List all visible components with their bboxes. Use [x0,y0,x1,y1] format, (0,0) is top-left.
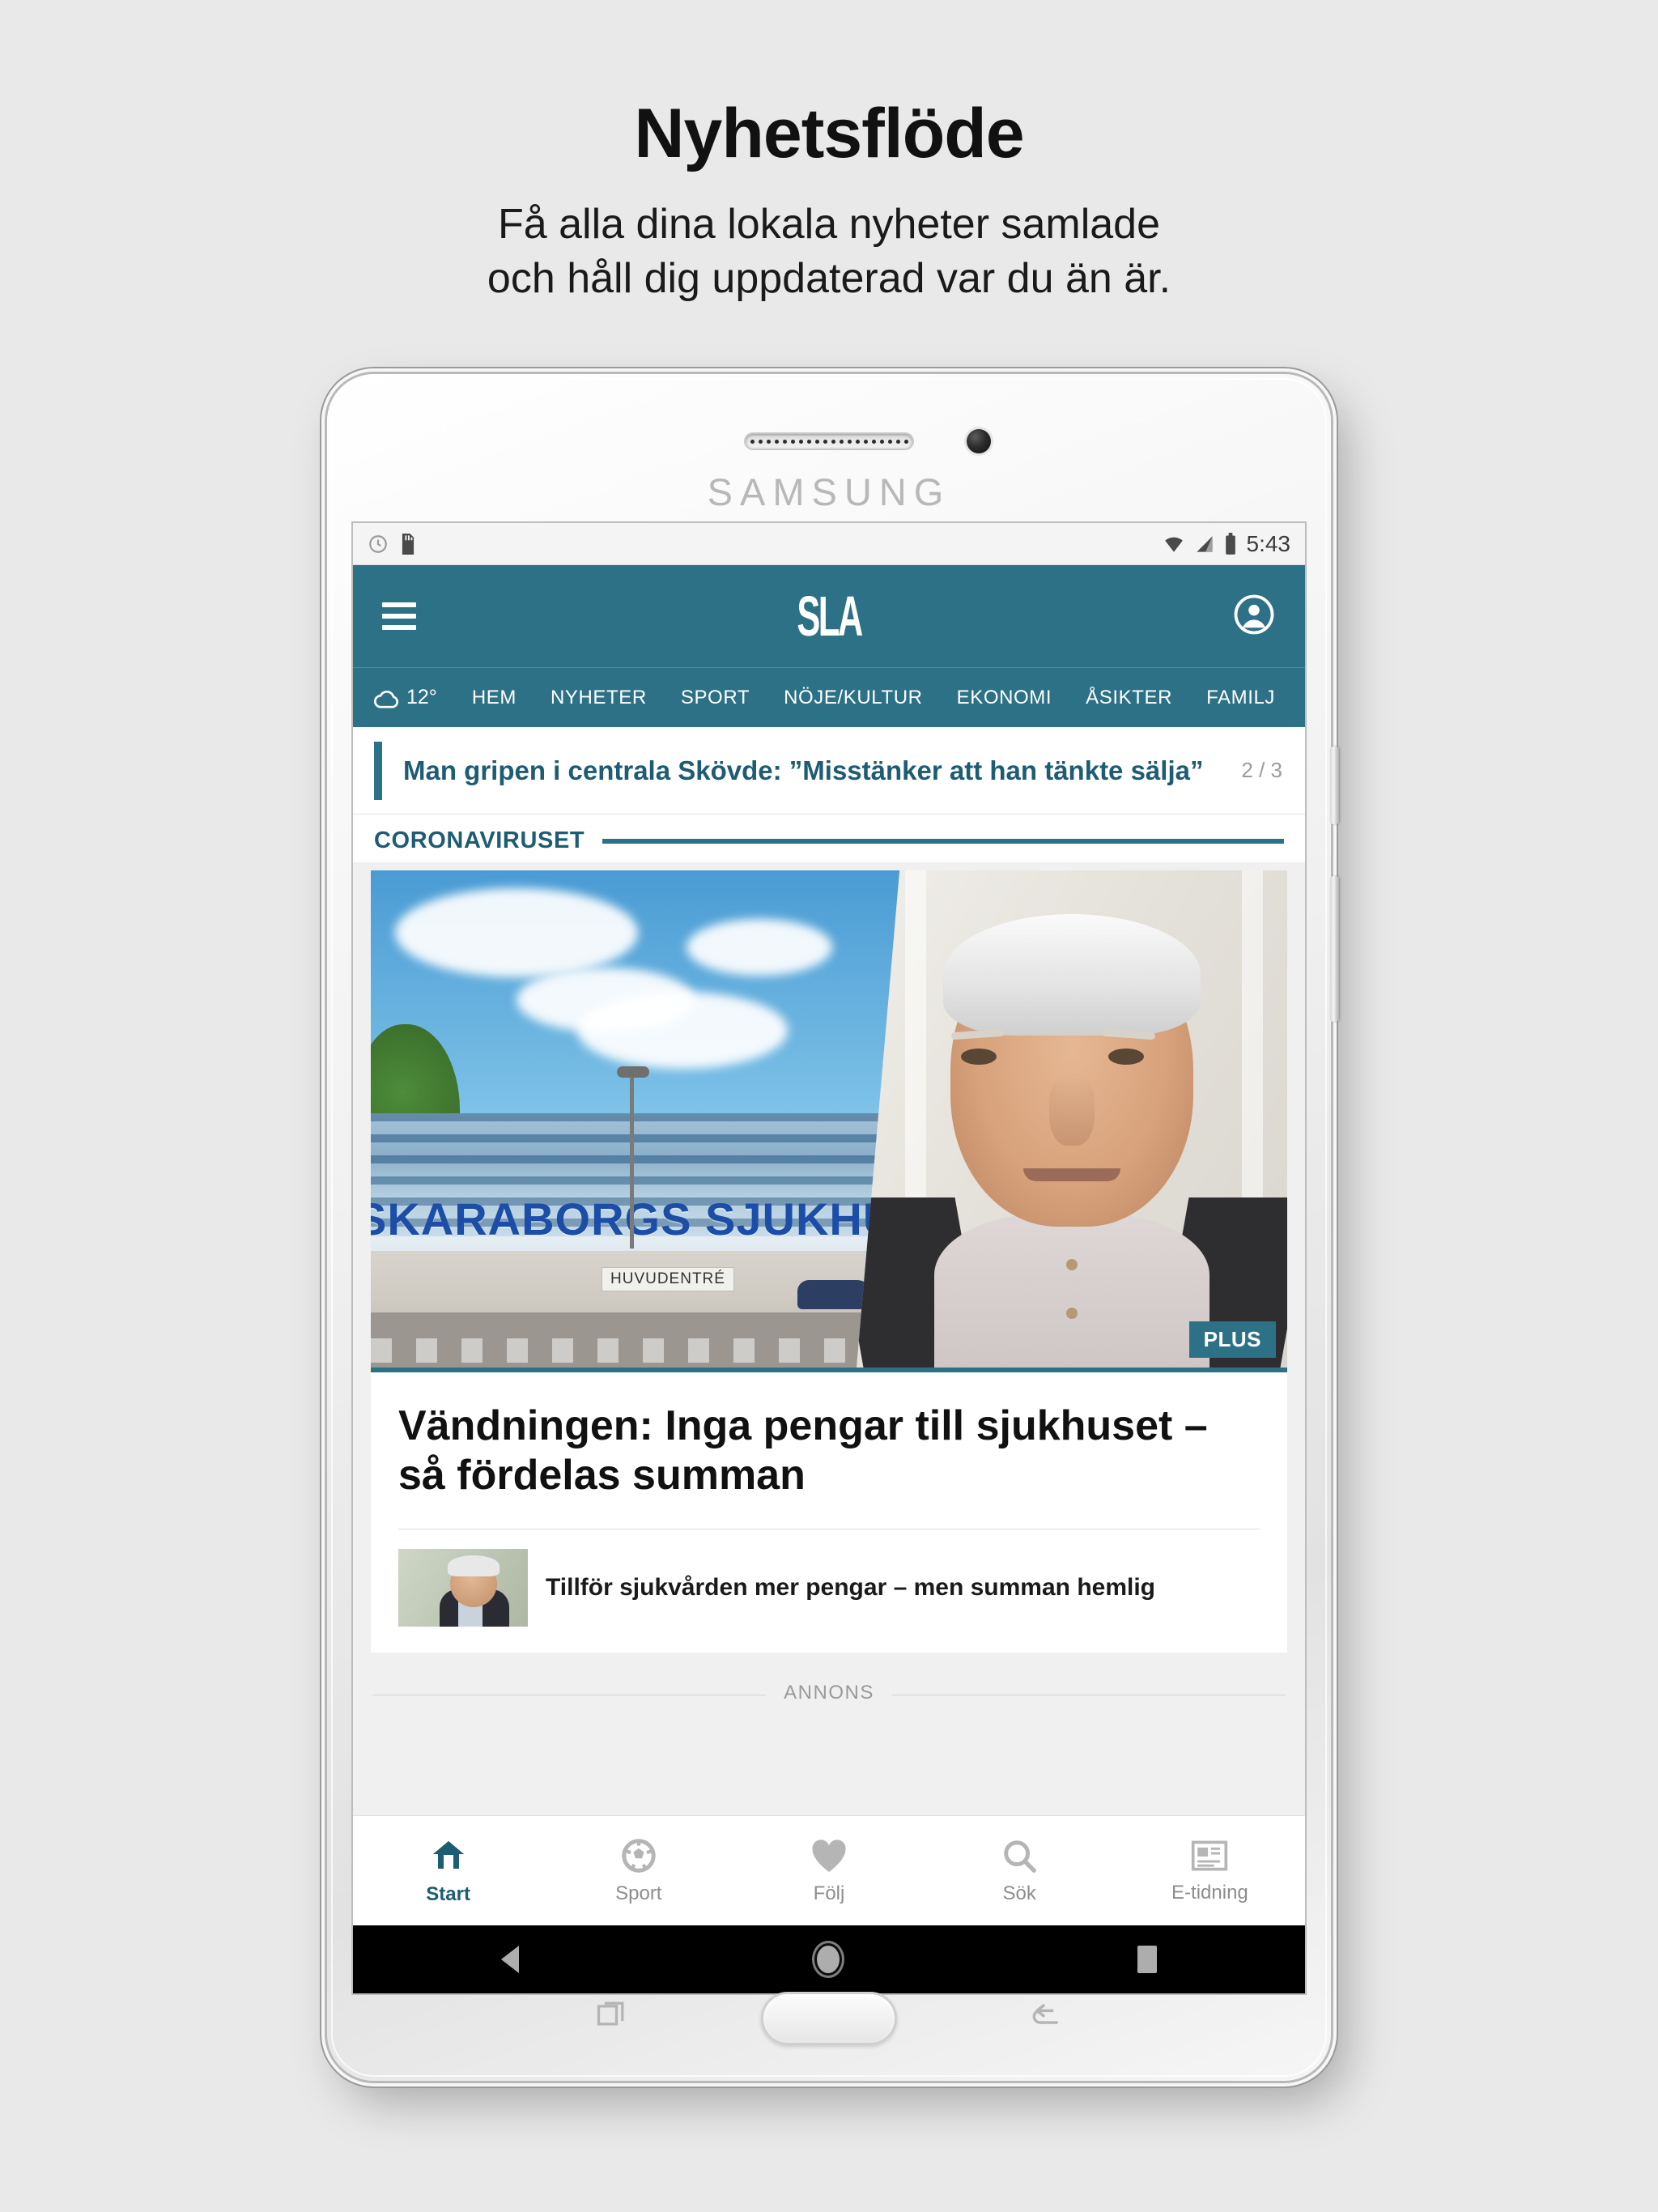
tab-folj[interactable]: Följ [733,1837,924,1905]
hospital-photo: SKARABORGS SJUKHUS HUVUDENTRÉ [371,870,903,1368]
section-divider [602,838,1284,844]
back-triangle-icon[interactable] [500,1946,519,1973]
home-circle-icon[interactable] [814,1943,842,1976]
section-header: CORONAVIRUSET [353,815,1305,862]
volume-button[interactable] [1330,876,1339,1022]
sd-card-icon [402,533,414,555]
physical-back-button[interactable] [1028,1996,1064,2035]
power-button[interactable] [1330,747,1339,824]
article-hero-image[interactable]: SKARABORGS SJUKHUS HUVUDENTRÉ PLUS [371,870,1287,1372]
cloud-icon [373,690,399,708]
app-header: SLA [353,565,1305,667]
status-bar-clock: 5:43 [1246,530,1291,556]
tab-start[interactable]: Start [353,1836,543,1906]
signal-icon [1196,535,1213,552]
tab-sport-label: Sport [615,1882,662,1904]
ad-label: ANNONS [766,1681,892,1704]
weather-widget[interactable]: 12° [372,686,455,709]
account-circle-icon[interactable] [1232,593,1276,640]
tab-sport[interactable]: Sport [543,1837,733,1905]
news-feed-content: Man gripen i centrala Skövde: ”Misstänke… [353,727,1305,1883]
tab-sok-label: Sök [1002,1882,1036,1904]
category-nav: 12° HEM NYHETER SPORT NÖJE/KULTUR EKONOM… [353,667,1305,727]
promo-header: Nyhetsflöde Få alla dina lokala nyheter … [0,97,1658,305]
promo-subtitle: Få alla dina lokala nyheter samlade och … [0,198,1658,305]
ticker-headline: Man gripen i centrala Skövde: ”Misstänke… [403,755,1204,785]
person-portrait-photo [856,870,1287,1368]
section-title[interactable]: CORONAVIRUSET [374,827,585,854]
related-article-thumbnail [398,1548,528,1627]
status-bar-left-icons [368,533,416,555]
battery-icon [1225,532,1235,555]
device-screen: 5:43 SLA 12° HEM NYHETER SPORT NÖJE/KULT… [353,523,1305,1993]
status-bar: 5:43 [353,523,1305,565]
bottom-tab-bar: Start Sport Följ Sök E-tidning [353,1815,1305,1925]
tab-e-tidning-label: E-tidning [1171,1881,1248,1904]
heart-icon [812,1839,846,1872]
search-icon [1004,1840,1037,1873]
tab-folj-label: Följ [813,1882,845,1904]
tab-start-label: Start [426,1882,470,1905]
article-card[interactable]: SKARABORGS SJUKHUS HUVUDENTRÉ PLUS Vändn… [371,870,1287,1653]
nav-item-hem[interactable]: HEM [455,687,534,709]
hamburger-menu-icon[interactable] [382,602,416,630]
wifi-icon [1164,537,1183,552]
related-article-row[interactable]: Tillför sjukvården mer pengar – men summ… [398,1528,1260,1648]
front-camera [967,429,991,453]
nav-item-noje-kultur[interactable]: NÖJE/KULTUR [767,687,940,709]
plus-badge: PLUS [1188,1321,1276,1358]
ticker-counter: 2 / 3 [1241,758,1282,782]
clock-icon [369,534,387,553]
recents-square-icon[interactable] [1137,1946,1158,1973]
related-article-title: Tillför sjukvården mer pengar – men summ… [546,1573,1156,1601]
weather-temperature: 12° [406,686,437,708]
nav-item-ekonomi[interactable]: EKONOMI [940,687,1069,709]
status-bar-right-icons: 5:43 [1163,530,1291,557]
newspaper-icon [1192,1840,1228,1870]
entrance-sign-text: HUVUDENTRÉ [602,1267,734,1291]
nav-item-familj[interactable]: FAMILJ [1189,687,1292,709]
ticker-accent-bar [374,741,382,800]
promo-subtitle-line-2: och håll dig uppdaterad var du än är. [487,254,1171,302]
physical-home-button[interactable] [761,1992,897,2045]
article-headline[interactable]: Vändningen: Inga pengar till sjukhuset –… [371,1372,1287,1529]
soccer-ball-icon [622,1838,656,1873]
nav-item-sport[interactable]: SPORT [664,687,767,709]
samsung-tablet-device: SAMSUNG 5:43 SLA 12° HEM NYHETER SPORT N… [327,374,1339,2081]
tab-e-tidning[interactable]: E-tidning [1115,1838,1305,1904]
tab-sok[interactable]: Sök [925,1837,1115,1905]
nav-item-asikter[interactable]: ÅSIKTER [1069,687,1189,709]
home-icon [432,1840,464,1869]
physical-recents-button[interactable] [594,1996,630,2035]
page-title: Nyhetsflöde [634,95,1024,172]
breaking-news-ticker[interactable]: Man gripen i centrala Skövde: ”Misstänke… [353,727,1305,815]
sla-logo[interactable]: SLA [797,584,863,649]
android-navigation-bar [353,1925,1305,1993]
earpiece-speaker [744,432,914,450]
promo-subtitle-line-1: Få alla dina lokala nyheter samlade [497,201,1161,249]
device-brand-label: SAMSUNG [707,470,951,513]
advertisement-slot: ANNONS [372,1675,1286,1716]
nav-item-nyheter[interactable]: NYHETER [534,687,664,709]
